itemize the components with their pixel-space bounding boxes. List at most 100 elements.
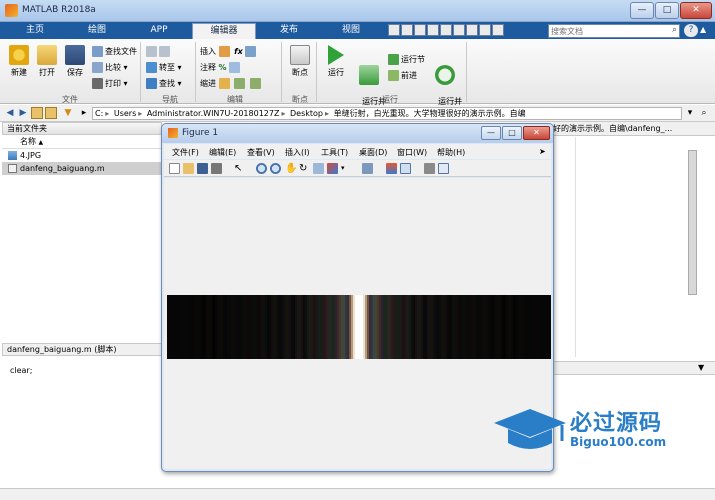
panel-menu-icon[interactable]: ▼ [698,363,704,372]
collapse-ribbon-icon[interactable]: ▲ [700,25,712,37]
folder-nav-icon[interactable]: ▼ [62,107,74,119]
help-button[interactable]: ? [684,24,698,37]
menu-help[interactable]: 帮助(H) [437,147,465,158]
figure-maximize-button[interactable]: □ [502,126,522,140]
breakpoints-button[interactable]: 断点 [285,45,315,78]
fringe-band [235,295,238,359]
insert-button[interactable]: 插入 fx [200,45,258,58]
goto-button[interactable]: 转至 ▾ [146,61,182,74]
open-button[interactable]: 打开 [32,45,62,78]
paste-icon[interactable] [427,24,439,36]
tab-plots[interactable]: 绘图 [68,23,126,39]
crumb-folder[interactable]: 单缝衍射，白光重现。大学物理很好的演示示例。自编 [334,108,526,119]
menu-desktop[interactable]: 桌面(D) [359,147,387,158]
crumb-desktop[interactable]: Desktop [290,108,323,119]
brush-dropdown-icon[interactable]: ▾ [341,163,352,174]
forward-icon[interactable]: ▶ [17,107,29,119]
minimize-button[interactable]: — [630,2,654,19]
fringe-band [399,295,402,359]
data-cursor-icon[interactable] [313,163,324,174]
tab-publish[interactable]: 发布 [260,23,318,39]
details-header[interactable]: danfeng_baiguang.m (脚本) [2,343,162,356]
menu-tools[interactable]: 工具(T) [321,147,348,158]
figure-minimize-button[interactable]: — [481,126,501,140]
show-tools-icon[interactable] [438,163,449,174]
tab-apps[interactable]: APP [130,23,188,39]
save-icon[interactable] [388,24,400,36]
search-icon[interactable]: ⌕ [672,25,677,35]
help-toolbar-icon[interactable] [479,24,491,36]
fringe-band [321,295,324,359]
fringe-band [353,295,356,359]
new-figure-icon[interactable] [169,163,180,174]
vertical-scrollbar[interactable] [688,150,697,295]
fringe-band [319,295,322,359]
back-icon[interactable]: ◀ [4,107,16,119]
save-figure-icon[interactable] [197,163,208,174]
fringe-band [335,295,338,359]
brush-icon[interactable] [327,163,338,174]
dropdown-icon[interactable] [492,24,504,36]
path-search-icon[interactable]: ⌕ [698,107,710,119]
switch-windows-icon[interactable] [466,24,478,36]
figure-close-button[interactable]: ✕ [523,126,550,140]
compare-button[interactable]: 比较 ▾ [92,61,128,74]
zoom-in-icon[interactable] [256,163,267,174]
open-file-icon[interactable] [183,163,194,174]
indent-button[interactable]: 缩进 [200,77,263,90]
print-figure-icon[interactable] [211,163,222,174]
copy-icon[interactable] [414,24,426,36]
separator [316,42,317,102]
browse-folder-icon[interactable] [45,107,57,119]
new-button[interactable]: 新建 [4,45,34,78]
find-files-icon [92,46,103,57]
up-folder-icon[interactable] [31,107,43,119]
legend-icon[interactable] [400,163,411,174]
hide-tools-icon[interactable] [424,163,435,174]
search-input[interactable] [551,25,661,37]
redo-icon[interactable] [453,24,465,36]
run-section-button[interactable]: 运行节 [388,53,425,66]
tab-editor[interactable]: 编辑器 [192,23,256,39]
rotate-3d-icon[interactable]: ↻ [299,163,310,174]
pan-icon[interactable]: ✋ [285,163,297,174]
menu-window[interactable]: 窗口(W) [397,147,427,158]
crumb-drive[interactable]: C: [95,108,103,119]
pointer-icon[interactable]: ↖ [234,163,245,174]
current-path[interactable]: C: ▸ Users ▸ Administrator.WIN7U-20180127Z… [92,107,682,120]
fringe-band [409,295,412,359]
file-row-m[interactable]: danfeng_baiguang.m [2,162,162,175]
crumb-users[interactable]: Users [114,108,136,119]
zoom-out-icon[interactable] [270,163,281,174]
print-button[interactable]: 打印 ▾ [92,77,128,90]
cut-icon[interactable] [401,24,413,36]
find-button[interactable]: 查找 ▾ [146,77,182,90]
undo-icon[interactable] [440,24,452,36]
maximize-button[interactable]: □ [655,2,679,19]
link-plot-icon[interactable] [362,163,373,174]
nav-back-forward[interactable] [146,45,172,58]
fringe-band [317,295,320,359]
menu-insert[interactable]: 插入(I) [285,147,310,158]
tab-view[interactable]: 视图 [322,23,380,39]
close-button[interactable]: ✕ [680,2,712,19]
name-column-header[interactable]: 名称 ▲ [2,135,162,149]
comment-button[interactable]: 注释 % [200,61,242,74]
fringe-band [263,295,266,359]
watermark-url: Biguo100.com [570,435,667,449]
save-button[interactable]: 保存 [60,45,90,78]
tab-home[interactable]: 主页 [6,23,64,39]
crumb-user[interactable]: Administrator.WIN7U-20180127Z [147,108,280,119]
crumb-separator: ▸ [281,109,286,118]
menu-overflow-icon[interactable]: ➤ [539,147,546,156]
run-button[interactable]: 运行 [321,45,351,78]
advance-button[interactable]: 前进 [388,69,417,82]
menu-view[interactable]: 查看(V) [247,147,275,158]
menu-file[interactable]: 文件(F) [172,147,199,158]
path-dropdown-icon[interactable]: ▾ [684,107,696,119]
file-row-jpg[interactable]: 4.JPG [2,149,162,162]
figure-title-bar[interactable]: Figure 1 — □ ✕ [162,124,553,143]
colorbar-icon[interactable] [386,163,397,174]
menu-edit[interactable]: 编辑(E) [209,147,236,158]
find-files-button[interactable]: 查找文件 [92,45,137,58]
